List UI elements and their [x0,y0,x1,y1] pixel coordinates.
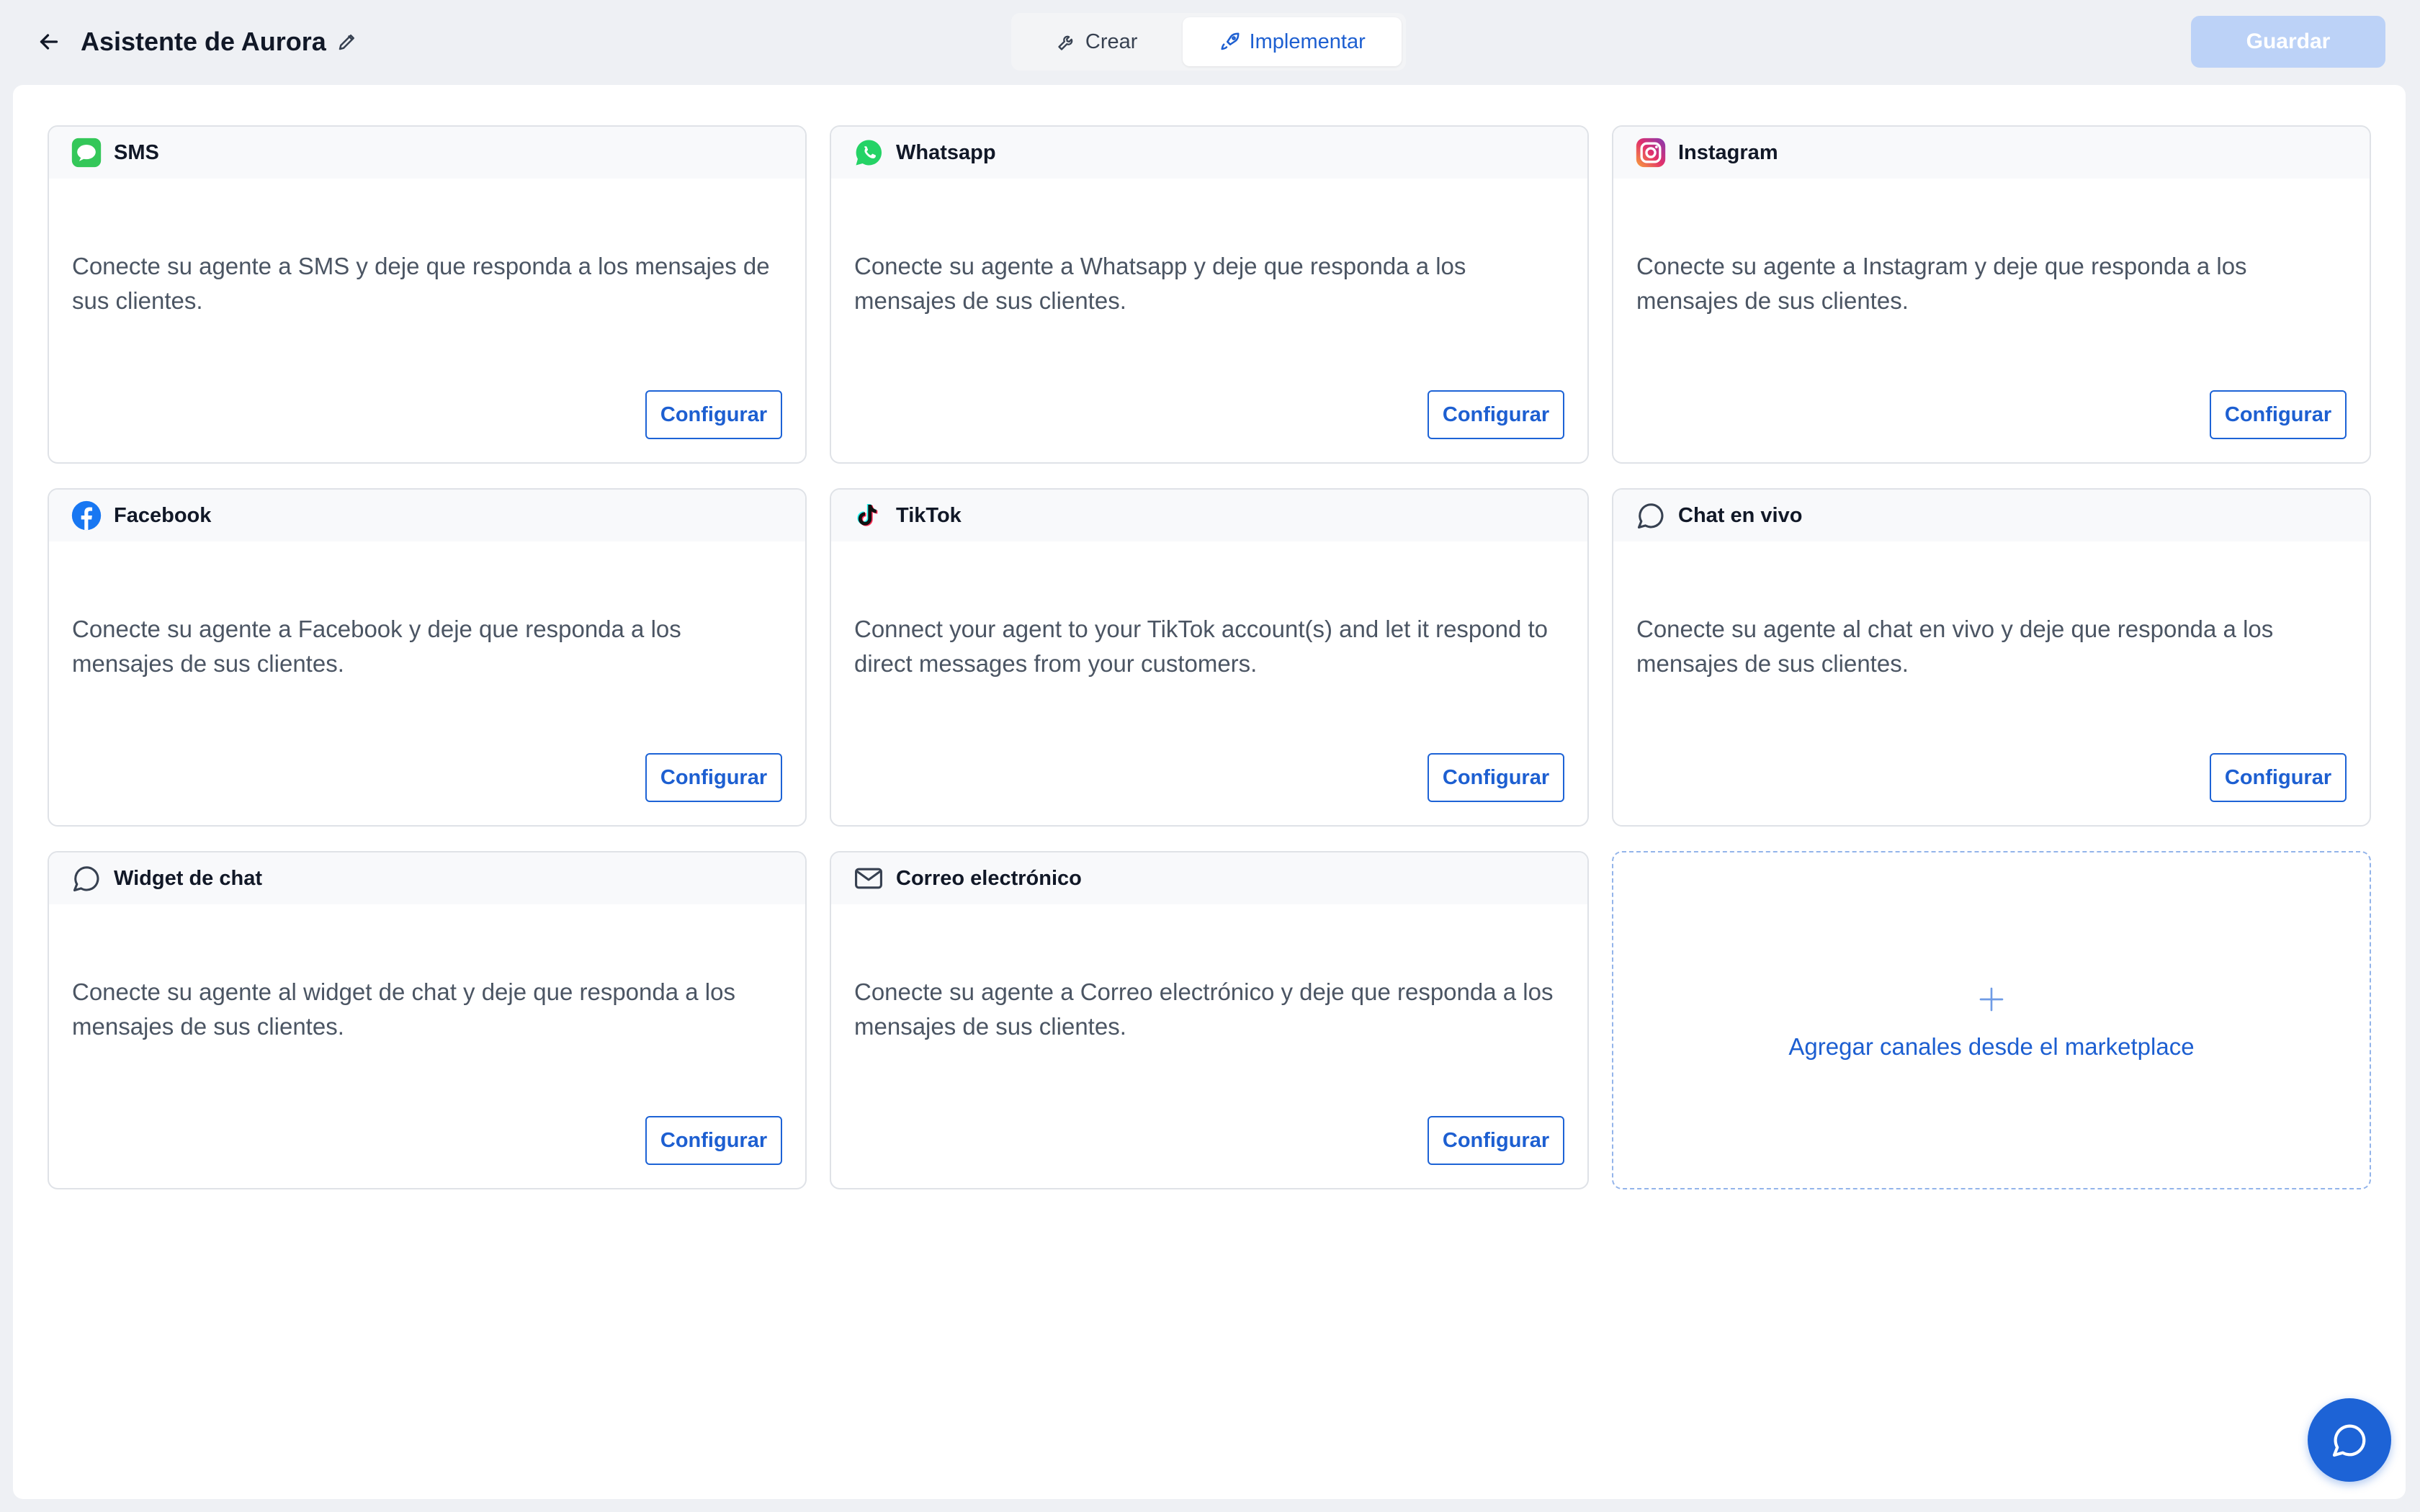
card-description: Conecte su agente al widget de chat y de… [72,978,735,1040]
card-header: Facebook [49,490,805,541]
configure-facebook-button[interactable]: Configurar [645,753,782,802]
top-bar: Asistente de Aurora Crear Implementar Gu… [0,0,2420,84]
channel-card-sms: SMS Conecte su agente a SMS y deje que r… [48,125,807,464]
add-marketplace-label: Agregar canales desde el marketplace [1788,1033,2195,1060]
card-header: Correo electrónico [831,852,1587,904]
wrench-icon [1058,35,1073,50]
chat-bubble-icon [71,863,102,894]
channel-card-live-chat: Chat en vivo Conecte su agente al chat e… [1612,488,2371,827]
card-description: Conecte su agente a Instagram y deje que… [1636,253,2247,314]
configure-instagram-button[interactable]: Configurar [2210,390,2347,439]
tiktok-icon [853,500,884,531]
rocket-icon [1221,32,1240,50]
add-marketplace-channels-card[interactable]: Agregar canales desde el marketplace [1612,851,2371,1189]
tab-crear[interactable]: Crear [1016,17,1178,66]
card-title: Instagram [1678,140,1778,164]
card-title: Whatsapp [896,140,996,164]
configure-email-button[interactable]: Configurar [1428,1116,1564,1165]
sms-icon [71,137,102,168]
card-header: SMS [49,127,805,179]
channel-card-email: Correo electrónico Conecte su agente a C… [830,851,1589,1189]
tab-implementar-label: Implementar [1249,30,1366,53]
back-button[interactable] [32,24,66,59]
edit-title-button[interactable] [336,30,361,54]
channel-card-facebook: Facebook Conecte su agente a Facebook y … [48,488,807,827]
card-title: Correo electrónico [896,866,1082,890]
card-title: TikTok [896,503,962,527]
card-header: Whatsapp [831,127,1587,179]
card-description: Conecte su agente a Whatsapp y deje que … [854,253,1466,314]
channel-card-whatsapp: Whatsapp Conecte su agente a Whatsapp y … [830,125,1589,464]
plus-icon [1977,980,2006,1020]
chat-bubble-icon [2332,1424,2366,1457]
save-button[interactable]: Guardar [2191,16,2385,68]
tab-implementar[interactable]: Implementar [1183,17,1402,66]
mail-icon [853,863,884,894]
tab-crear-label: Crear [1085,30,1138,53]
pencil-icon [339,35,354,50]
card-description: Connect your agent to your TikTok accoun… [854,616,1549,677]
configure-chat-widget-button[interactable]: Configurar [645,1116,782,1165]
card-description: Conecte su agente a SMS y deje que respo… [72,253,770,314]
card-description: Conecte su agente a Facebook y deje que … [72,616,681,677]
card-description: Conecte su agente a Correo electrónico y… [854,978,1554,1040]
card-header: TikTok [831,490,1587,541]
card-header: Widget de chat [49,852,805,904]
channel-card-chat-widget: Widget de chat Conecte su agente al widg… [48,851,807,1189]
page-title: Asistente de Aurora [81,27,326,56]
arrow-left-icon [40,34,58,50]
channels-panel: SMS Conecte su agente a SMS y deje que r… [13,85,2406,1499]
whatsapp-icon [853,137,884,168]
instagram-icon [1635,137,1667,168]
configure-sms-button[interactable]: Configurar [645,390,782,439]
channel-card-tiktok: TikTok Connect your agent to your TikTok… [830,488,1589,827]
channel-card-instagram: Instagram Conecte su agente a Instagram … [1612,125,2371,464]
card-title: Widget de chat [114,866,262,890]
card-description: Conecte su agente al chat en vivo y deje… [1636,616,2274,677]
configure-tiktok-button[interactable]: Configurar [1428,753,1564,802]
facebook-icon [71,500,102,531]
card-title: Chat en vivo [1678,503,1803,527]
card-header: Instagram [1613,127,2370,179]
support-chat-button[interactable] [2308,1398,2391,1482]
configure-whatsapp-button[interactable]: Configurar [1428,390,1564,439]
assistant-title-group: Asistente de Aurora [81,22,361,62]
chat-bubble-icon [1635,500,1667,531]
card-header: Chat en vivo [1613,490,2370,541]
card-title: Facebook [114,503,212,527]
card-title: SMS [114,140,159,164]
configure-live-chat-button[interactable]: Configurar [2210,753,2347,802]
mode-tabs: Crear Implementar [1011,13,1406,71]
